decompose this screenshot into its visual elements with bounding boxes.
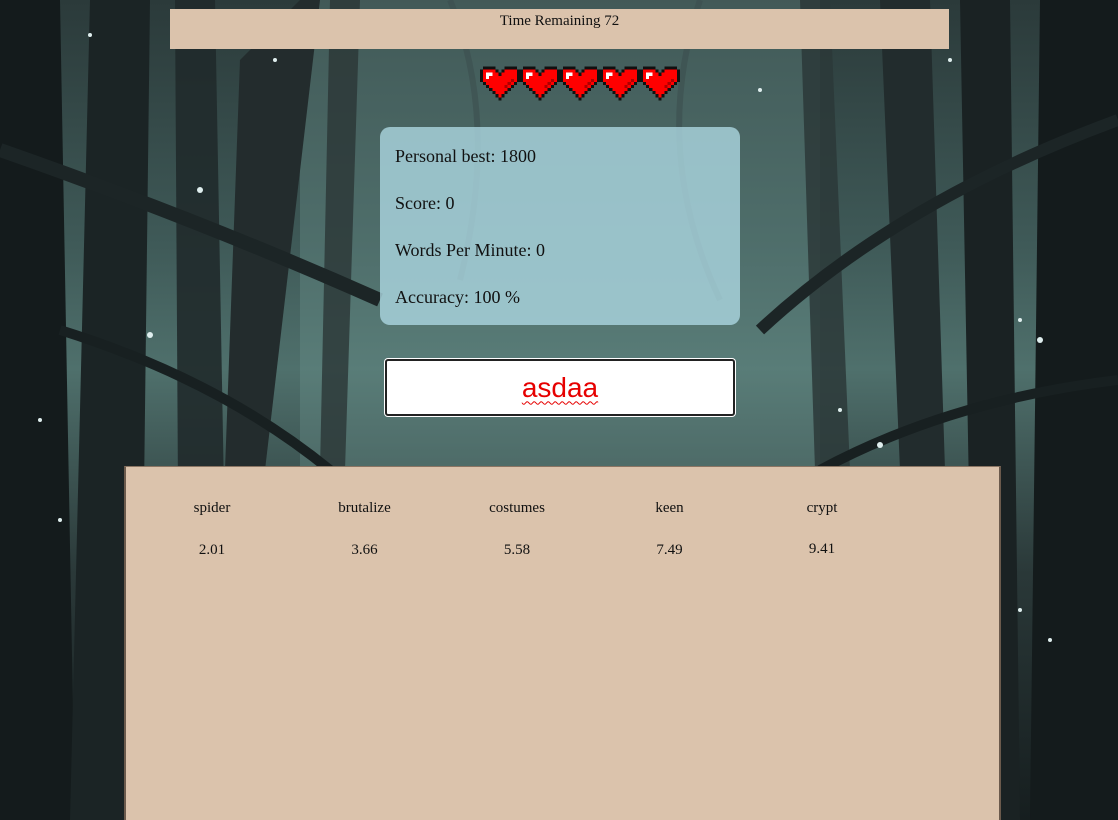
score-stat: Score: 0 (395, 193, 455, 213)
typing-input-field[interactable]: asdaa (385, 359, 735, 416)
heart-icon (640, 66, 680, 101)
falling-word: costumes (489, 500, 545, 516)
falling-word: spider (193, 500, 231, 516)
word-time: 9.41 (808, 541, 836, 557)
heart-icon (480, 66, 520, 101)
heart-icon (560, 66, 600, 101)
word-time: 7.49 (656, 542, 683, 558)
heart-icon (520, 66, 560, 101)
word-time: 2.01 (198, 542, 226, 558)
time-remaining-label: Time Remaining 72 (499, 13, 620, 29)
word-time: 3.66 (351, 542, 378, 558)
lives-hearts (480, 64, 680, 106)
time-remaining-bar: Time Remaining 72 (170, 9, 949, 49)
personal-best-stat: Personal best: 1800 (395, 146, 536, 166)
words-per-minute-stat: Words Per Minute: 0 (395, 240, 546, 260)
falling-word: brutalize (338, 500, 391, 516)
falling-word: keen (655, 500, 684, 516)
word-time: 5.58 (503, 542, 531, 558)
heart-icon (600, 66, 640, 101)
stats-panel: Personal best: 1800 Score: 0 Words Per M… (380, 127, 740, 325)
words-panel: spider 2.01 brutalize 3.66 costumes 5.58 keen 7… (124, 466, 1001, 820)
typed-text: asdaa (521, 371, 599, 403)
accuracy-stat: Accuracy: 100 % (395, 287, 520, 307)
falling-word: crypt (806, 500, 838, 516)
